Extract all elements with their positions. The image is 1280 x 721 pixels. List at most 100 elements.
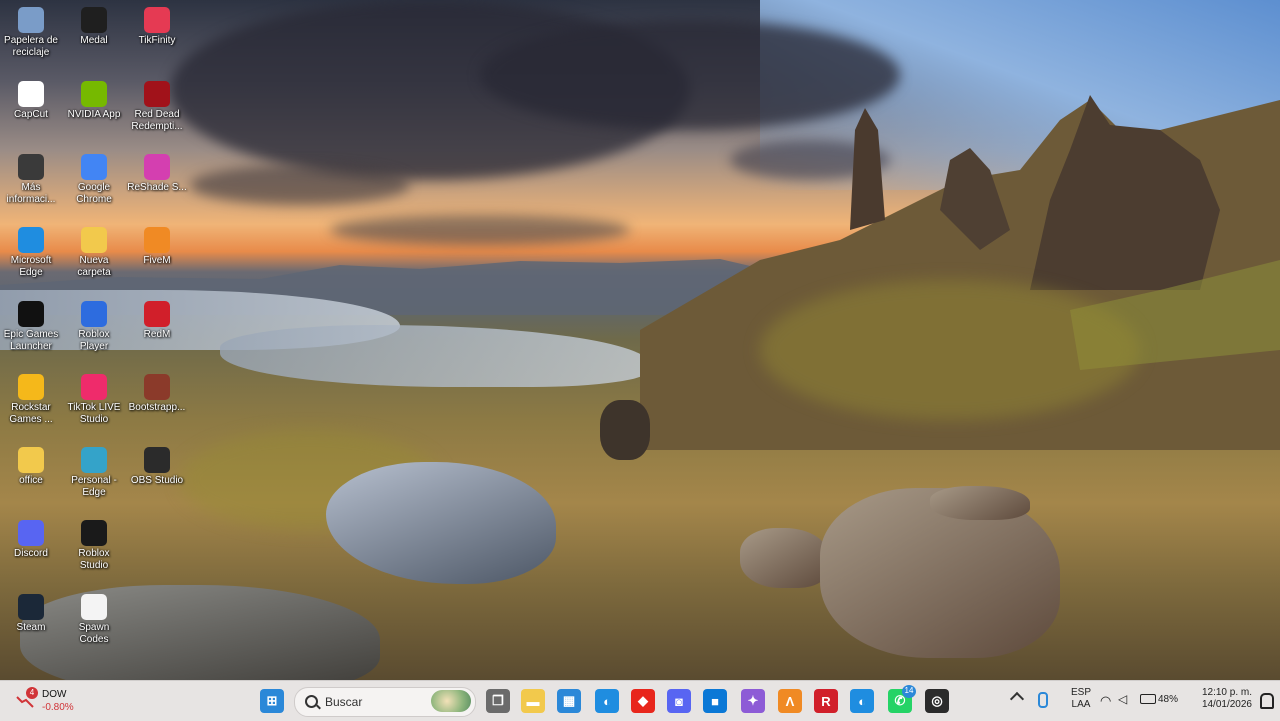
- nvidia-icon: [81, 81, 107, 107]
- volume-icon[interactable]: ◁: [1118, 692, 1127, 706]
- fivem-icon: Λ: [785, 693, 795, 709]
- desktop-icon-discord[interactable]: Discord: [0, 517, 62, 585]
- search-box[interactable]: Buscar: [294, 687, 476, 717]
- discord-button[interactable]: ◙: [667, 689, 691, 713]
- desktop-icon-label: TikTok LIVE Studio: [67, 402, 121, 425]
- copilot-button[interactable]: ✦: [741, 689, 765, 713]
- stock-widget[interactable]: 4 DOW -0.80%: [14, 687, 84, 717]
- store-icon: ▦: [562, 693, 576, 708]
- store-button[interactable]: ▦: [557, 689, 581, 713]
- desktop-icon-label: Nueva carpeta: [77, 255, 111, 278]
- desktop-icon-folder[interactable]: Nueva carpeta: [63, 224, 125, 292]
- battery-icon[interactable]: [1140, 694, 1156, 704]
- taskview-button[interactable]: ❐: [486, 689, 510, 713]
- rockstar-icon: [18, 374, 44, 400]
- clock-time: 12:10 p. m.: [1201, 687, 1252, 698]
- desktop-icon-label: Steam: [16, 622, 46, 633]
- desktop-icon-roblox-player[interactable]: Roblox Player: [63, 298, 125, 366]
- desktop-icon-recycle-bin[interactable]: Papelera de reciclaje: [0, 4, 62, 72]
- desktop-icon-label: Microsoft Edge: [10, 255, 52, 278]
- edge-icon: ◐: [858, 693, 866, 709]
- desktop-icon-tikfinity[interactable]: TikFinity: [126, 4, 188, 72]
- app-blue-button[interactable]: ■: [703, 689, 727, 713]
- desktop-icon-rockstar[interactable]: Rockstar Games ...: [0, 371, 62, 439]
- wifi-icon[interactable]: ◠: [1100, 693, 1111, 709]
- desktop-icon-epic-games[interactable]: Epic Games Launcher: [0, 298, 62, 366]
- redm-button[interactable]: R: [814, 689, 838, 713]
- rock: [600, 400, 650, 460]
- whatsapp-badge: 14: [902, 685, 916, 698]
- search-icon: [305, 695, 318, 708]
- desktop-icon-label: RedM: [143, 329, 171, 340]
- discord-icon: [18, 520, 44, 546]
- epic-games-icon: [18, 301, 44, 327]
- redm-icon: [144, 301, 170, 327]
- obs-button[interactable]: ◎: [925, 689, 949, 713]
- desktop-icon-steam[interactable]: Steam: [0, 591, 62, 659]
- stock-name: DOW: [42, 689, 67, 700]
- app-red-button[interactable]: ◆: [631, 689, 655, 713]
- desktop-icon-edge-personal[interactable]: Personal - Edge: [63, 444, 125, 512]
- task-view-icon: ❐: [492, 693, 504, 708]
- redm-icon: R: [821, 693, 831, 709]
- desktop-icon-obs[interactable]: OBS Studio: [126, 444, 188, 512]
- edge-dev-button[interactable]: ◐: [595, 689, 619, 713]
- desktop-icon-label: Más informaci...: [6, 182, 56, 205]
- desktop-icon-red-dead[interactable]: Red Dead Redempti...: [126, 78, 188, 146]
- desktop-icon-roblox-studio[interactable]: Roblox Studio: [63, 517, 125, 585]
- reshade-icon: [144, 154, 170, 180]
- desktop-icon-nvidia[interactable]: NVIDIA App: [63, 78, 125, 146]
- cloud: [190, 165, 410, 205]
- text-file-icon: [81, 594, 107, 620]
- desktop-icon-text-file[interactable]: Spawn Codes: [63, 591, 125, 659]
- boulder: [740, 528, 830, 588]
- stock-change: -0.80%: [42, 702, 74, 713]
- desktop-icon-bootstrapper[interactable]: Bootstrapp...: [126, 371, 188, 439]
- red-dead-icon: [144, 81, 170, 107]
- chevron-up-icon[interactable]: [1009, 691, 1025, 707]
- desktop-icon-reshade[interactable]: ReShade S...: [126, 151, 188, 219]
- file-explorer-button[interactable]: ▬: [521, 689, 545, 713]
- desktop-icon-label: Red Dead Redempti...: [131, 109, 183, 132]
- tiktok-live-icon: [81, 374, 107, 400]
- grass-patch: [760, 280, 1140, 420]
- stock-badge: 4: [26, 687, 38, 699]
- desktop-icon-office-folder[interactable]: office: [0, 444, 62, 512]
- edge-personal-icon: [81, 447, 107, 473]
- desktop-icon-chrome[interactable]: Google Chrome: [63, 151, 125, 219]
- start-button[interactable]: ⊞: [260, 689, 284, 713]
- small-lake: [326, 462, 556, 584]
- desktop-icon-medal[interactable]: Medal: [63, 4, 125, 72]
- battery-percent: 48%: [1158, 694, 1179, 705]
- desktop-icon-label: office: [19, 475, 43, 486]
- keyboard-layout: LAA: [1071, 699, 1091, 710]
- desktop-icon-label: Personal - Edge: [71, 475, 117, 498]
- edge-icon: [18, 227, 44, 253]
- desktop-icon-label: Discord: [14, 548, 48, 559]
- edge-button[interactable]: ◐: [850, 689, 874, 713]
- folder-icon: [81, 227, 107, 253]
- desktop-icon-label: Roblox Studio: [78, 548, 110, 571]
- desktop-icon-redm[interactable]: RedM: [126, 298, 188, 366]
- search-highlight-icon: [431, 690, 471, 712]
- steam-icon: [18, 594, 44, 620]
- roblox-studio-icon: [81, 520, 107, 546]
- microphone-icon[interactable]: [1038, 692, 1048, 708]
- desktop-icon-fivem[interactable]: FiveM: [126, 224, 188, 292]
- loch-water: [220, 325, 650, 387]
- fivem-button[interactable]: Λ: [778, 689, 802, 713]
- desktop-icon-info[interactable]: Más informaci...: [0, 151, 62, 219]
- language-indicator[interactable]: ESP LAA: [1066, 687, 1096, 711]
- diamond-icon: ◆: [638, 693, 648, 708]
- notification-bell-icon[interactable]: [1260, 693, 1274, 709]
- desktop-icon-label: Papelera de reciclaje: [4, 35, 58, 58]
- bootstrapper-icon: [144, 374, 170, 400]
- desktop-icon-label: OBS Studio: [130, 475, 184, 486]
- desktop-icon-edge[interactable]: Microsoft Edge: [0, 224, 62, 292]
- desktop-icon-tiktok-live[interactable]: TikTok LIVE Studio: [63, 371, 125, 439]
- clock[interactable]: 12:10 p. m. 14/01/2026: [1190, 687, 1252, 711]
- office-folder-icon: [18, 447, 44, 473]
- windows-icon: ⊞: [266, 693, 278, 708]
- desktop-icon-capcut[interactable]: CapCut: [0, 78, 62, 146]
- tikfinity-icon: [144, 7, 170, 33]
